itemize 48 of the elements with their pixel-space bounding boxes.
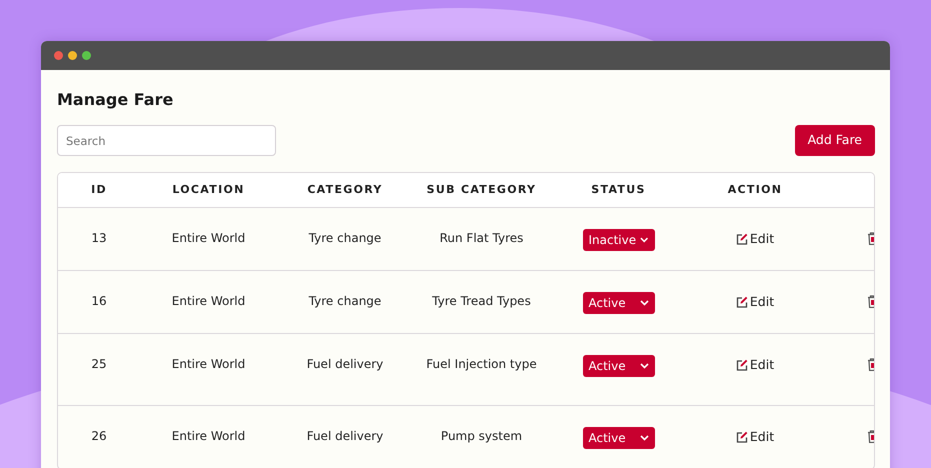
trash-icon[interactable] — [867, 294, 874, 308]
column-header: SUB CATEGORY — [426, 182, 536, 196]
column-header: STATUS — [591, 182, 646, 196]
edit-icon — [736, 431, 748, 444]
table-cell-text: Tyre change — [308, 230, 382, 246]
status-dropdown[interactable]: Inactive — [582, 228, 654, 251]
column-header: LOCATION — [172, 182, 245, 196]
table-cell-text: Entire World — [172, 356, 246, 372]
column-header: ID — [91, 182, 107, 196]
edit-link[interactable]: Edit — [736, 292, 774, 312]
edit-icon — [736, 296, 748, 308]
table-cell-text: Entire World — [172, 230, 246, 246]
table-cell-text: Fuel Injection type — [426, 356, 537, 372]
chevron-down-icon — [640, 300, 648, 306]
edit-link[interactable]: Edit — [736, 356, 774, 374]
status-dropdown[interactable]: Active — [582, 354, 654, 377]
table-cell-text: 16 — [91, 292, 107, 309]
table-cell-text: 26 — [91, 428, 107, 444]
status-dropdown[interactable]: Active — [582, 292, 654, 314]
status-dropdown[interactable]: Active — [582, 426, 654, 449]
chevron-down-icon — [640, 362, 648, 369]
chevron-down-icon — [640, 434, 648, 441]
table-cell-text: Tyre change — [308, 292, 382, 309]
table-cell-text: Entire World — [172, 428, 246, 444]
page-title: Manage Fare — [57, 90, 174, 110]
close-dot-icon[interactable] — [54, 51, 63, 60]
table-cell-text: 13 — [91, 230, 107, 246]
trash-icon[interactable] — [867, 430, 874, 443]
chevron-down-icon — [640, 236, 648, 243]
edit-link[interactable]: Edit — [736, 230, 774, 248]
table-cell-text: Pump system — [440, 428, 522, 444]
edit-link[interactable]: Edit — [736, 428, 774, 446]
table-cell-text: 25 — [91, 356, 107, 372]
table-cell-text: Run Flat Tyres — [440, 230, 524, 246]
edit-icon — [736, 359, 748, 372]
maximize-dot-icon[interactable] — [82, 51, 91, 60]
table-cell-text: Fuel delivery — [306, 428, 384, 444]
column-header: CATEGORY — [307, 182, 383, 196]
trash-icon[interactable] — [867, 358, 874, 371]
table-cell-text: Tyre Tread Types — [432, 292, 531, 309]
search-field[interactable]: Search — [57, 125, 276, 156]
table-cell-text: Fuel delivery — [306, 356, 384, 372]
add-fare-button[interactable]: Add Fare — [794, 125, 875, 156]
column-header: ACTION — [728, 182, 782, 196]
edit-icon — [736, 233, 748, 246]
minimize-dot-icon[interactable] — [68, 51, 77, 60]
table-cell-text: Entire World — [172, 292, 246, 309]
trash-icon[interactable] — [867, 232, 874, 245]
